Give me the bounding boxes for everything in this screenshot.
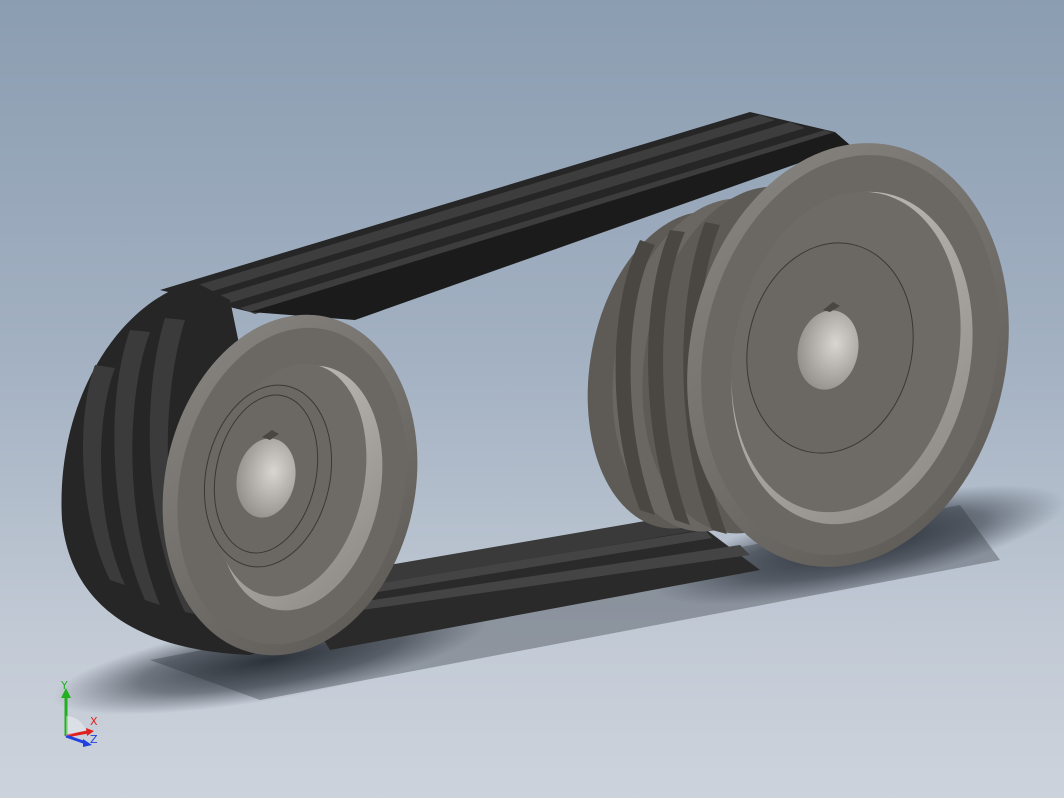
y-axis-label: Y xyxy=(61,679,68,692)
model-scene[interactable] xyxy=(0,0,1064,798)
reference-triad: Y X Z xyxy=(52,678,112,758)
z-axis-label: Z xyxy=(90,733,98,746)
graphics-viewport[interactable]: Y X Z xyxy=(0,0,1064,798)
x-axis-label: X xyxy=(90,715,98,728)
